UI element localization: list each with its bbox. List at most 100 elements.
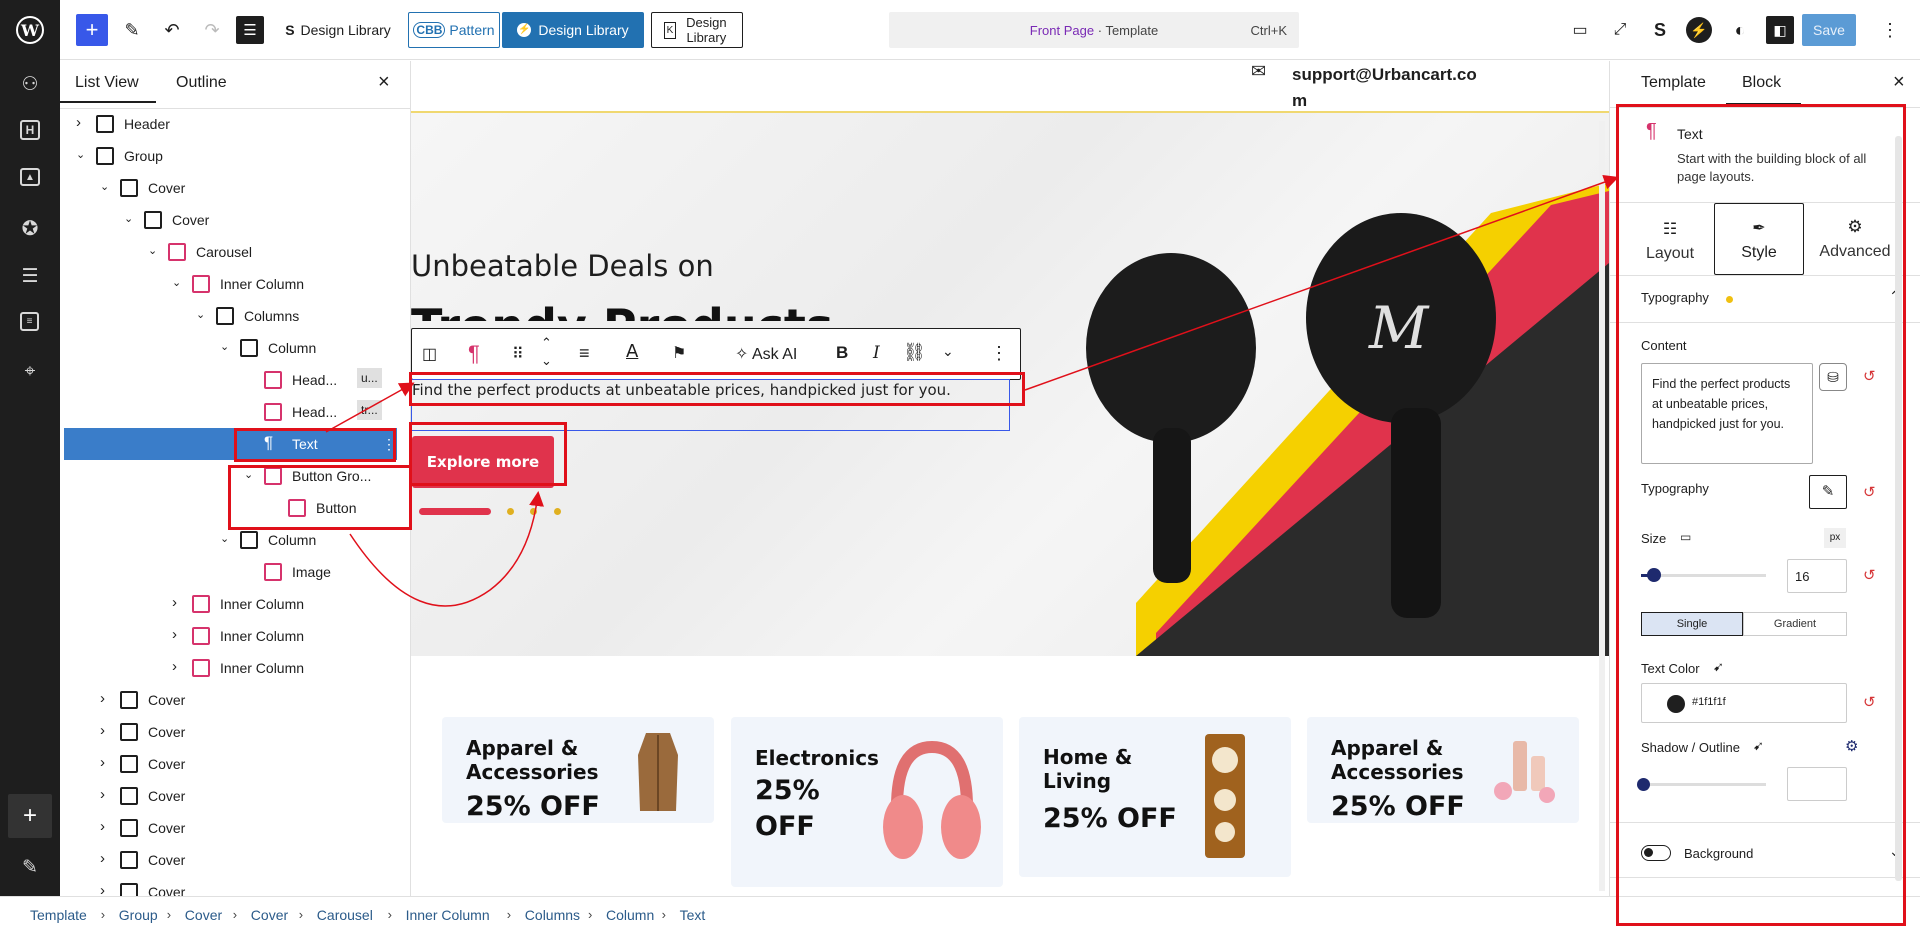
bold-icon[interactable]: B: [836, 343, 848, 363]
hero-text[interactable]: Find the perfect products at unbeatable …: [412, 381, 951, 399]
collapsed-chevron-icon[interactable]: ›: [100, 755, 110, 770]
shadow-input[interactable]: [1787, 767, 1847, 801]
block-options-icon[interactable]: ⋮: [990, 343, 1008, 364]
text-color-hover-icon[interactable]: ➹: [1713, 659, 1724, 675]
list-view-row[interactable]: Button: [64, 492, 397, 524]
list-view-row[interactable]: ⌄ Button Gro...: [64, 460, 397, 492]
expand-chevron-icon[interactable]: ⌄: [76, 150, 86, 161]
typography-section-header[interactable]: Typography: [1641, 290, 1709, 305]
settings-scrollbar[interactable]: [1895, 136, 1902, 881]
expand-chevron-icon[interactable]: ⌄: [172, 278, 182, 289]
hero-subheading[interactable]: Trendy Products: [411, 291, 833, 321]
size-input[interactable]: 16: [1787, 559, 1847, 593]
list-view-row[interactable]: Head... u...: [64, 364, 397, 396]
link-icon[interactable]: ⛓: [903, 342, 926, 363]
color-gradient-toggle[interactable]: Gradient: [1743, 612, 1847, 636]
wordpress-logo-icon[interactable]: W: [16, 16, 44, 44]
category-card[interactable]: Apparel & Accessories 25% OFF: [442, 717, 714, 823]
desktop-preview-icon[interactable]: ▭: [1566, 16, 1594, 44]
carousel-dot-active[interactable]: [419, 508, 491, 515]
list-view-row[interactable]: › Header: [64, 108, 397, 140]
category-card[interactable]: Electronics 25% OFF: [731, 717, 1003, 887]
heading-icon[interactable]: H: [20, 120, 40, 140]
edit-pencil-icon[interactable]: ✎: [18, 855, 42, 879]
collapsed-chevron-icon[interactable]: ›: [100, 691, 110, 706]
list-view-row[interactable]: ¶ Text ⋮: [64, 428, 397, 460]
breadcrumb-item[interactable]: Carousel: [317, 907, 373, 923]
interactions-icon[interactable]: ⌖: [18, 360, 42, 384]
expand-chevron-icon[interactable]: ⌄: [148, 246, 158, 257]
design-library-button[interactable]: ⚡ Design Library: [502, 12, 644, 48]
list-view-row[interactable]: ⌄ Cover: [64, 204, 397, 236]
document-overview-button[interactable]: ☰: [236, 16, 264, 44]
responsive-desktop-icon[interactable]: ▭: [1680, 530, 1691, 544]
drag-handle-icon[interactable]: ⠿: [512, 344, 524, 364]
shadow-hover-icon[interactable]: ➹: [1753, 738, 1764, 754]
styles-contrast-icon[interactable]: ◐: [1726, 16, 1754, 44]
collapsed-chevron-icon[interactable]: ›: [76, 115, 86, 130]
collapsed-chevron-icon[interactable]: ›: [172, 659, 182, 674]
breadcrumb-item[interactable]: Column: [606, 907, 654, 923]
subtab-layout[interactable]: ☷ Layout: [1622, 203, 1718, 275]
tab-list-view[interactable]: List View: [75, 74, 139, 92]
tab-block[interactable]: Block: [1742, 74, 1781, 92]
styles-icon[interactable]: ✪: [18, 216, 42, 240]
list-view-row[interactable]: › Inner Column: [64, 588, 397, 620]
carousel-dot[interactable]: [507, 508, 514, 515]
reset-content-icon[interactable]: ↺: [1863, 367, 1876, 385]
typography-edit-pencil-icon[interactable]: ✎: [1809, 475, 1847, 509]
collapsed-chevron-icon[interactable]: ›: [100, 787, 110, 802]
tab-outline[interactable]: Outline: [176, 74, 227, 92]
design-library-plugin-button[interactable]: K Design Library: [651, 12, 743, 48]
list-view-row[interactable]: ⌄ Inner Column: [64, 268, 397, 300]
ask-ai-button[interactable]: ✧ Ask AI: [735, 344, 797, 364]
tools-pencil-icon[interactable]: ✎: [118, 16, 146, 44]
reset-size-icon[interactable]: ↺: [1863, 566, 1876, 584]
redo-icon[interactable]: ↷: [198, 16, 226, 44]
list-view-row[interactable]: ⌄ Group: [64, 140, 397, 172]
text-color-picker[interactable]: #1f1f1f: [1641, 683, 1847, 723]
hero-heading[interactable]: Unbeatable Deals on: [411, 249, 714, 283]
list-view-row[interactable]: › Cover: [64, 780, 397, 812]
breadcrumb-item[interactable]: Cover: [251, 907, 288, 923]
list-view-row[interactable]: › Cover: [64, 748, 397, 780]
shadow-settings-gear-icon[interactable]: ⚙: [1845, 737, 1858, 755]
list-view-row[interactable]: ⌄ Carousel: [64, 236, 397, 268]
expand-chevron-icon[interactable]: ⌄: [196, 310, 206, 321]
list-view-row[interactable]: › Cover: [64, 876, 397, 896]
reset-text-color-icon[interactable]: ↺: [1863, 693, 1876, 711]
layout-icon[interactable]: ☰: [18, 264, 42, 288]
reset-typography-icon[interactable]: ↺: [1863, 483, 1876, 501]
list-view-row[interactable]: › Cover: [64, 684, 397, 716]
breadcrumb-item[interactable]: Cover: [185, 907, 222, 923]
design-library-link-1[interactable]: S Design Library: [282, 12, 394, 48]
content-textarea[interactable]: Find the perfect products at unbeatable …: [1641, 363, 1813, 464]
command-palette-bar[interactable]: Front Page · Template Ctrl+K: [889, 12, 1299, 48]
explore-more-button[interactable]: Explore more: [412, 436, 554, 488]
move-up-down-icon[interactable]: ⌃ ⌄: [541, 334, 552, 370]
breadcrumb-item[interactable]: Columns: [525, 907, 580, 923]
patterns-icon[interactable]: ⚇: [18, 72, 42, 96]
list-view-row[interactable]: ⌄ Column: [64, 332, 397, 364]
media-icon[interactable]: ▲: [20, 168, 40, 186]
text-color-icon[interactable]: A: [626, 341, 638, 362]
paragraph-icon[interactable]: ¶: [468, 341, 480, 367]
collapsed-chevron-icon[interactable]: ›: [172, 627, 182, 642]
carousel-dot[interactable]: [530, 508, 537, 515]
shadow-slider-track[interactable]: [1641, 783, 1766, 786]
align-left-icon[interactable]: ≡: [579, 343, 590, 364]
breadcrumb-item[interactable]: Template: [30, 907, 87, 923]
shadow-slider-thumb[interactable]: [1637, 778, 1650, 791]
collapsed-chevron-icon[interactable]: ›: [172, 595, 182, 610]
collapsed-chevron-icon[interactable]: ›: [100, 819, 110, 834]
expand-chevron-icon[interactable]: ⌄: [124, 214, 134, 225]
expand-chevron-icon[interactable]: ⌄: [220, 342, 230, 353]
carousel-dot[interactable]: [554, 508, 561, 515]
size-unit[interactable]: px: [1824, 528, 1846, 548]
list-view-row[interactable]: ⌄ Column: [64, 524, 397, 556]
row-options-icon[interactable]: ⋮: [382, 436, 396, 453]
cbb-pattern-button[interactable]: CBB Pattern: [408, 12, 500, 48]
list-view-row[interactable]: › Cover: [64, 716, 397, 748]
save-button[interactable]: Save: [1802, 14, 1856, 46]
list-view-row[interactable]: › Inner Column: [64, 620, 397, 652]
